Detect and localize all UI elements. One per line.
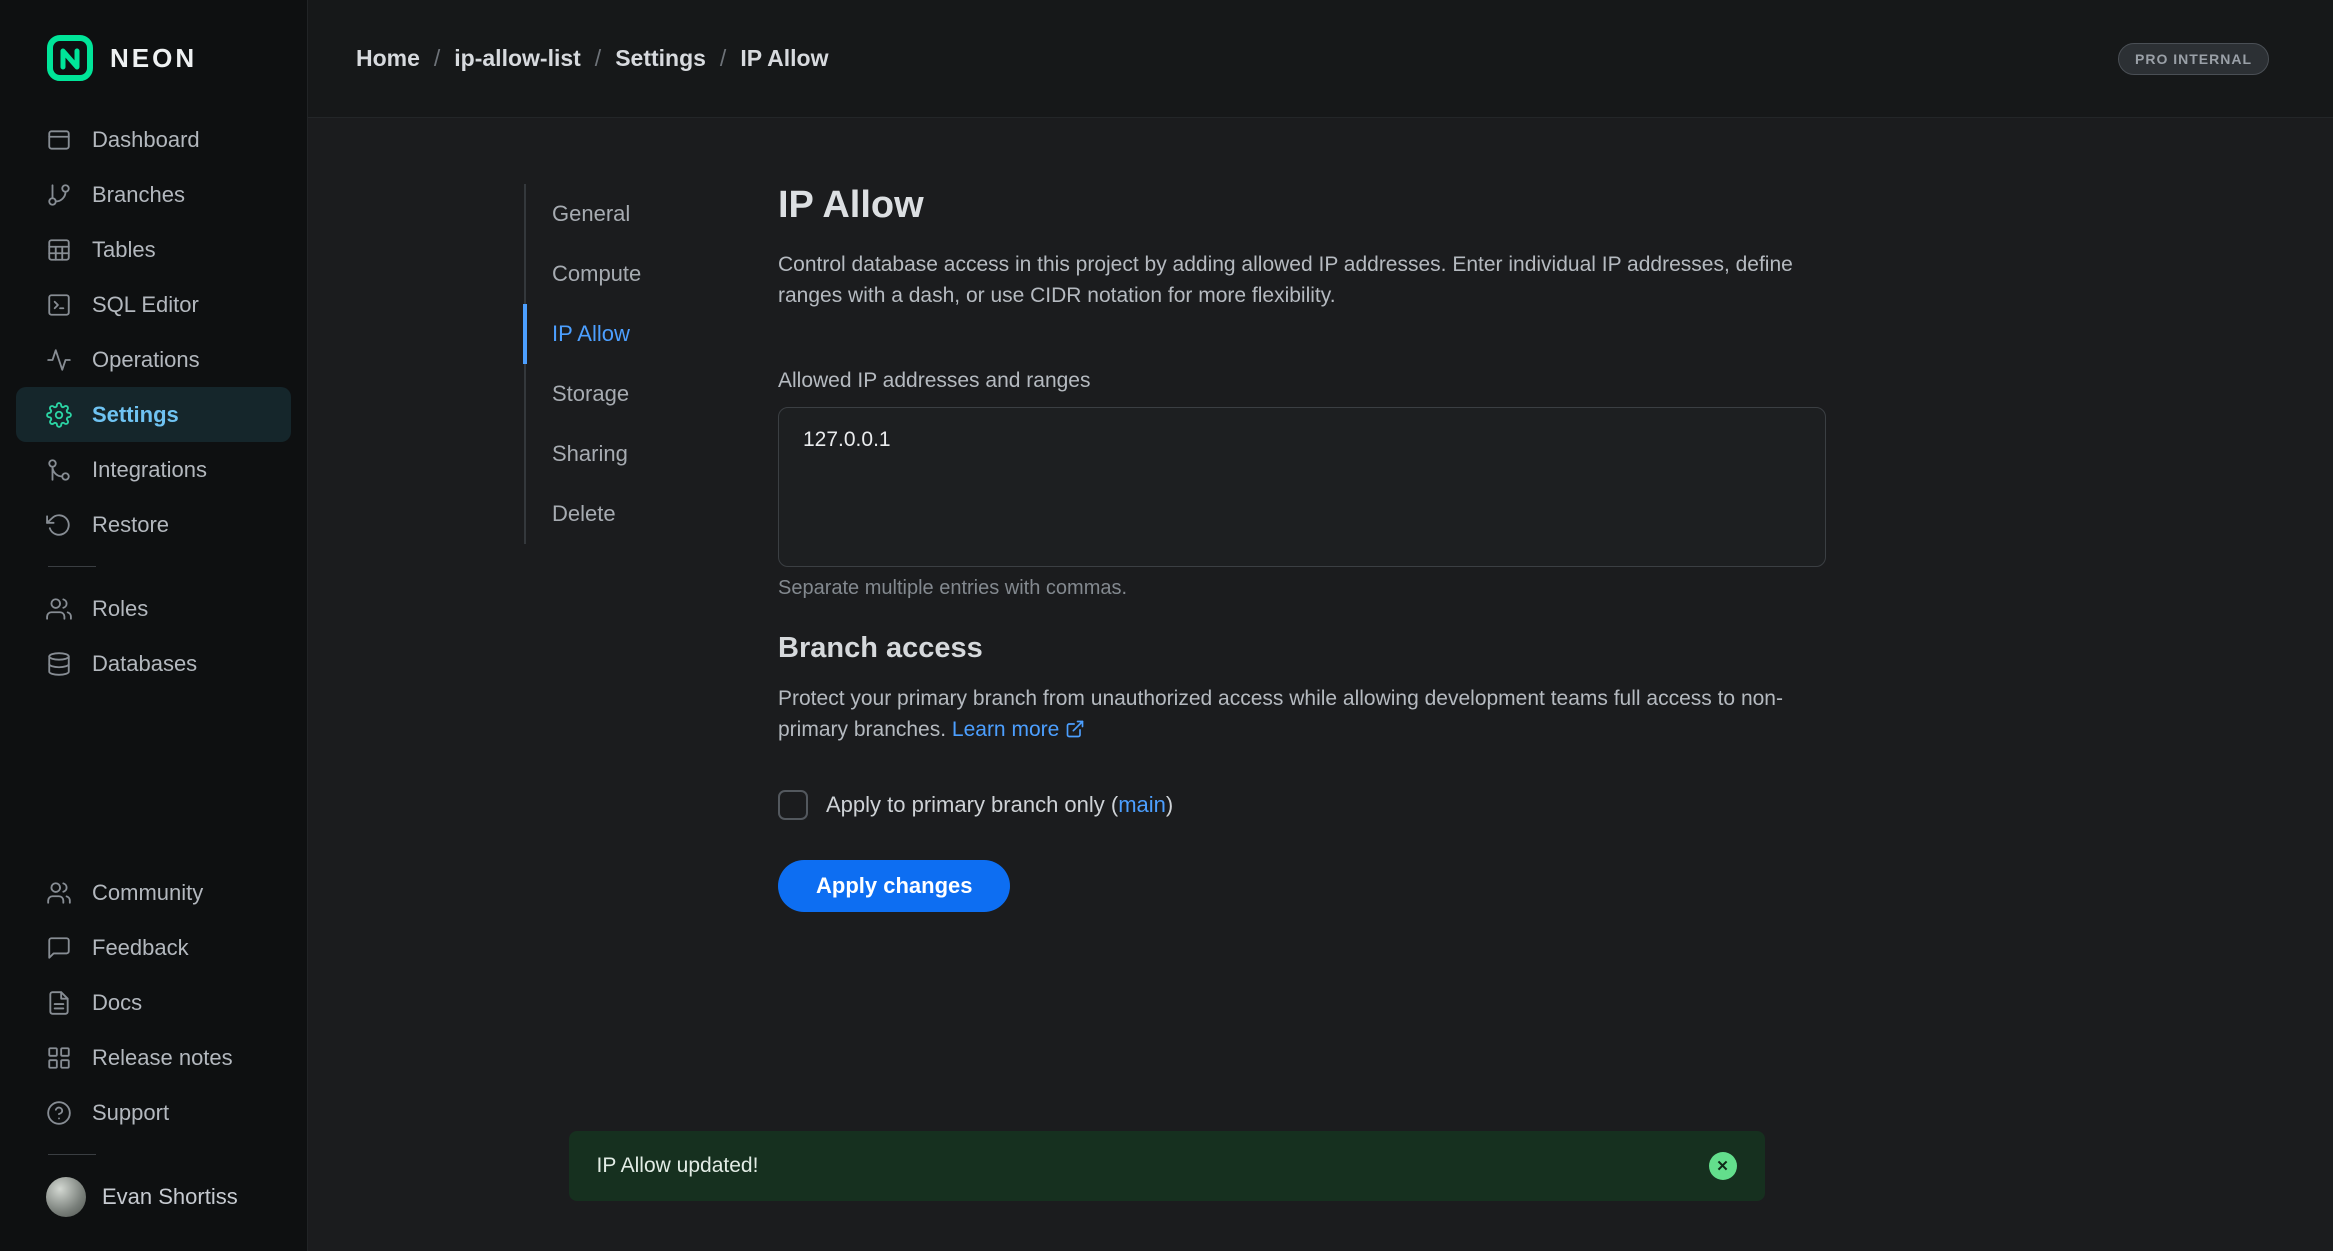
settings-nav-ip-allow[interactable]: IP Allow <box>523 304 778 364</box>
sidebar-item-sql-editor[interactable]: SQL Editor <box>16 277 291 332</box>
sidebar-item-label: Roles <box>92 596 148 622</box>
sidebar-item-label: Operations <box>92 347 200 373</box>
sidebar-divider <box>48 566 96 567</box>
branch-main-link[interactable]: main <box>1118 792 1166 817</box>
learn-more-label: Learn more <box>952 718 1059 741</box>
ip-field-label: Allowed IP addresses and ranges <box>778 369 1826 393</box>
toast-notification: IP Allow updated! ✕ <box>569 1131 1765 1201</box>
sidebar-item-label: Restore <box>92 512 169 538</box>
community-icon <box>46 880 72 906</box>
sidebar-item-label: Dashboard <box>92 127 200 153</box>
app-window: NEON Dashboard Branches Tables SQL Edito <box>0 0 2333 1251</box>
sidebar-item-roles[interactable]: Roles <box>16 581 291 636</box>
top-bar: Home / ip-allow-list / Settings / IP All… <box>308 0 2333 118</box>
breadcrumb-project[interactable]: ip-allow-list <box>454 45 581 72</box>
sidebar-spacer <box>0 691 307 865</box>
sidebar-item-docs[interactable]: Docs <box>16 975 291 1030</box>
restore-icon <box>46 512 72 538</box>
docs-icon <box>46 990 72 1016</box>
user-name: Evan Shortiss <box>102 1184 238 1210</box>
operations-icon <box>46 347 72 373</box>
feedback-icon <box>46 935 72 961</box>
sidebar-item-label: Branches <box>92 182 185 208</box>
ip-allow-panel: IP Allow Control database access in this… <box>778 184 1826 1251</box>
support-icon <box>46 1100 72 1126</box>
database-icon <box>46 651 72 677</box>
breadcrumb: Home / ip-allow-list / Settings / IP All… <box>356 45 829 72</box>
dashboard-icon <box>46 127 72 153</box>
sidebar-item-label: Release notes <box>92 1045 233 1071</box>
branches-icon <box>46 182 72 208</box>
sidebar-item-support[interactable]: Support <box>16 1085 291 1140</box>
sidebar-item-label: Docs <box>92 990 142 1016</box>
breadcrumb-ip-allow[interactable]: IP Allow <box>740 45 828 72</box>
integrations-icon <box>46 457 72 483</box>
sidebar-item-restore[interactable]: Restore <box>16 497 291 552</box>
ip-addresses-input[interactable]: 127.0.0.1 <box>778 407 1826 567</box>
settings-nav-sharing[interactable]: Sharing <box>526 424 778 484</box>
sidebar-divider <box>48 1154 96 1155</box>
sidebar-item-release-notes[interactable]: Release notes <box>16 1030 291 1085</box>
sidebar-item-databases[interactable]: Databases <box>16 636 291 691</box>
sidebar-item-dashboard[interactable]: Dashboard <box>16 112 291 167</box>
roles-icon <box>46 596 72 622</box>
sidebar-item-label: Tables <box>92 237 156 263</box>
apply-changes-button[interactable]: Apply changes <box>778 860 1010 912</box>
breadcrumb-separator: / <box>434 45 440 72</box>
settings-nav-compute[interactable]: Compute <box>526 244 778 304</box>
user-menu[interactable]: Evan Shortiss <box>0 1177 307 1217</box>
external-link-icon <box>1065 717 1085 748</box>
plan-badge: PRO INTERNAL <box>2118 43 2269 75</box>
branch-access-text: Protect your primary branch from unautho… <box>778 687 1783 741</box>
settings-nav-general[interactable]: General <box>526 184 778 244</box>
checkbox-label-text: Apply to primary branch only ( <box>826 792 1118 817</box>
page-description: Control database access in this project … <box>778 249 1826 311</box>
sidebar-item-label: Feedback <box>92 935 189 961</box>
content-area: General Compute IP Allow Storage Sharing… <box>308 118 2333 1251</box>
avatar <box>46 1177 86 1217</box>
breadcrumb-separator: / <box>595 45 601 72</box>
primary-branch-checkbox-row: Apply to primary branch only (main) <box>778 790 1826 820</box>
toast-close-icon[interactable]: ✕ <box>1709 1152 1737 1180</box>
branch-access-title: Branch access <box>778 632 1826 665</box>
gear-icon <box>46 402 72 428</box>
settings-nav-storage[interactable]: Storage <box>526 364 778 424</box>
sidebar: NEON Dashboard Branches Tables SQL Edito <box>0 0 308 1251</box>
settings-nav: General Compute IP Allow Storage Sharing… <box>524 184 778 1251</box>
sidebar-item-feedback[interactable]: Feedback <box>16 920 291 975</box>
sidebar-item-label: Support <box>92 1100 169 1126</box>
sidebar-item-label: Community <box>92 880 203 906</box>
primary-branch-checkbox[interactable] <box>778 790 808 820</box>
settings-nav-delete[interactable]: Delete <box>526 484 778 544</box>
toast-message: IP Allow updated! <box>597 1154 759 1178</box>
neon-logo-icon <box>46 34 94 82</box>
branch-access-description: Protect your primary branch from unautho… <box>778 683 1826 748</box>
primary-branch-checkbox-label: Apply to primary branch only (main) <box>826 792 1173 818</box>
sidebar-item-settings[interactable]: Settings <box>16 387 291 442</box>
sidebar-item-tables[interactable]: Tables <box>16 222 291 277</box>
learn-more-link[interactable]: Learn more <box>952 718 1085 741</box>
sql-editor-icon <box>46 292 72 318</box>
tables-icon <box>46 237 72 263</box>
breadcrumb-home[interactable]: Home <box>356 45 420 72</box>
sidebar-item-label: Settings <box>92 402 179 428</box>
release-notes-icon <box>46 1045 72 1071</box>
page-title: IP Allow <box>778 184 1826 227</box>
checkbox-label-suffix: ) <box>1166 792 1173 817</box>
sidebar-item-label: SQL Editor <box>92 292 199 318</box>
sidebar-item-branches[interactable]: Branches <box>16 167 291 222</box>
sidebar-item-label: Integrations <box>92 457 207 483</box>
breadcrumb-separator: / <box>720 45 726 72</box>
sidebar-item-integrations[interactable]: Integrations <box>16 442 291 497</box>
brand-wordmark: NEON <box>110 43 197 74</box>
sidebar-item-label: Databases <box>92 651 197 677</box>
sidebar-item-operations[interactable]: Operations <box>16 332 291 387</box>
breadcrumb-settings[interactable]: Settings <box>615 45 706 72</box>
sidebar-item-community[interactable]: Community <box>16 865 291 920</box>
ip-field-helper: Separate multiple entries with commas. <box>778 577 1826 600</box>
brand-logo[interactable]: NEON <box>0 34 307 112</box>
